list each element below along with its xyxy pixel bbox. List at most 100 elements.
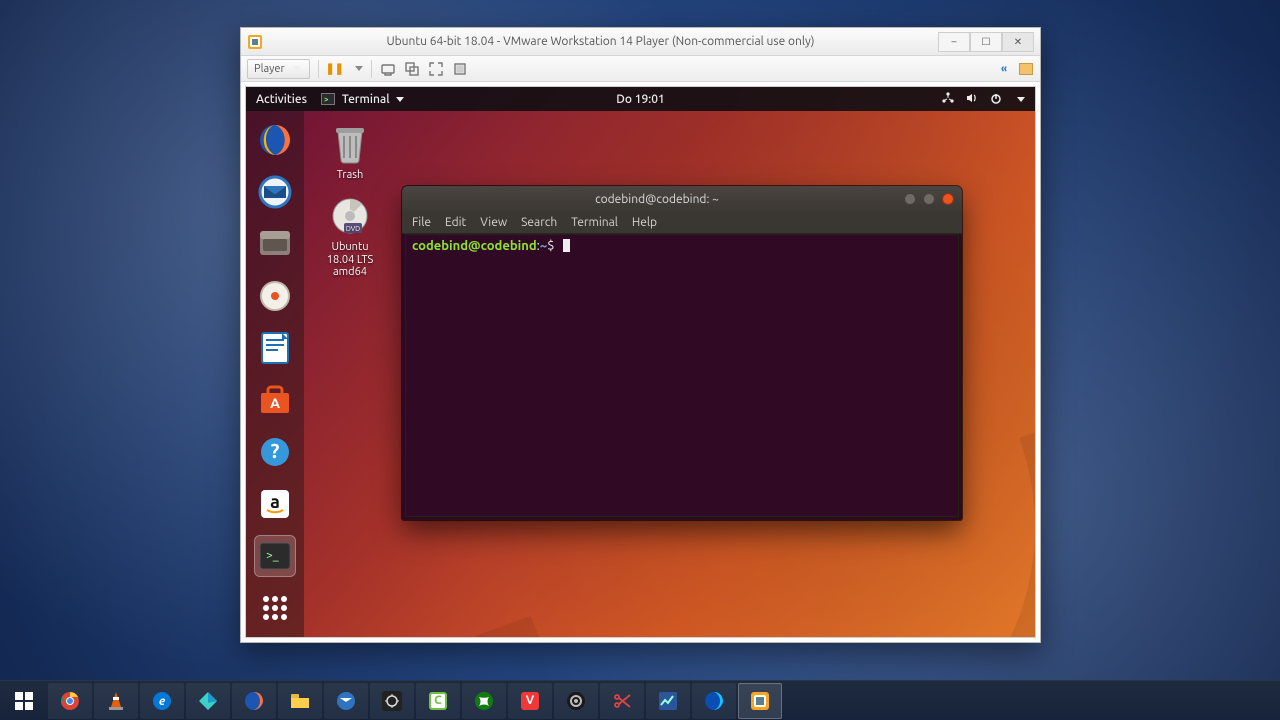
taskbar-xbox[interactable] [462,683,506,719]
terminal-menubar: File Edit View Search Terminal Help [402,212,962,234]
app-menu-label: Terminal [342,93,390,106]
dock-ubuntu-software[interactable]: A [254,379,296,421]
terminal-title: codebind@codebind: ~ [410,193,904,206]
svg-text:A: A [270,395,280,411]
app-menu-button[interactable]: > Terminal [321,93,404,106]
prompt-symbol: $ [547,239,554,253]
vmware-player-window: Ubuntu 64-bit 18.04 - VMware Workstation… [240,27,1041,643]
terminal-minimize-button[interactable] [904,193,916,205]
minimize-button[interactable]: – [938,32,970,52]
player-menu-label: Player [254,63,285,75]
terminal-close-button[interactable] [942,193,954,205]
chevron-down-icon [1017,97,1025,102]
taskbar-vmware[interactable] [738,683,782,719]
desktop-iso-icon[interactable]: DVD Ubuntu 18.04 LTS amd64 [318,195,382,279]
thunderbird-icon [335,690,357,712]
vmware-icon [749,690,771,712]
show-applications-button[interactable] [254,587,296,629]
dock-help[interactable]: ? [254,431,296,473]
menu-help[interactable]: Help [632,216,657,229]
dock-libreoffice-writer[interactable] [254,327,296,369]
taskbar-taskmgr[interactable] [646,683,690,719]
ubuntu-guest-screen: Activities > Terminal Do 19:01 [245,86,1036,638]
terminal-maximize-button[interactable] [923,193,935,205]
edge-icon: e [151,690,173,712]
send-ctrl-alt-del-icon[interactable] [380,61,396,77]
taskbar-edge[interactable]: e [140,683,184,719]
chart-icon [657,690,679,712]
windows-taskbar: e C V [0,680,1280,720]
dock-rhythmbox[interactable] [254,275,296,317]
menu-file[interactable]: File [412,216,431,229]
chevron-down-icon [396,97,404,102]
taskbar-snipping[interactable] [600,683,644,719]
svg-text:>_: >_ [266,549,279,562]
dock-firefox[interactable] [254,119,296,161]
vmware-icon [247,34,263,50]
taskbar-firefox[interactable] [232,683,276,719]
taskbar-explorer[interactable] [278,683,322,719]
svg-text:DVD: DVD [346,225,360,233]
camtasia-icon: C [427,690,449,712]
svg-text:?: ? [271,439,280,462]
maximize-button[interactable]: ☐ [970,32,1002,52]
taskbar-vlc[interactable] [94,683,138,719]
gnome-dock: A ? a >_ [246,111,304,637]
vmware-titlebar[interactable]: Ubuntu 64-bit 18.04 - VMware Workstation… [241,28,1040,56]
taskbar-chrome[interactable] [48,683,92,719]
chrome-icon [59,690,81,712]
taskbar-thunderbird[interactable] [324,683,368,719]
taskbar-firefox-dev[interactable] [692,683,736,719]
terminal-icon: > [321,93,335,105]
volume-icon [965,91,979,108]
devices-icon[interactable] [1018,61,1034,77]
player-menu-button[interactable]: Player [247,59,310,79]
firefox-icon [243,690,265,712]
svg-text:e: e [159,695,166,708]
vlc-icon [105,690,127,712]
separator [318,60,319,78]
dock-files[interactable] [254,223,296,265]
scissors-icon [611,690,633,712]
power-icon [989,91,1003,108]
menu-view[interactable]: View [480,216,507,229]
text-cursor [563,239,570,252]
separator [371,60,372,78]
collapse-icon[interactable]: « [996,61,1012,77]
folder-icon [289,690,311,712]
start-button[interactable] [2,683,46,719]
pause-icon[interactable]: ❚❚ [327,61,343,77]
gnome-terminal-window[interactable]: codebind@codebind: ~ File Edit View Sear… [402,186,962,520]
gnome-top-bar: Activities > Terminal Do 19:01 [246,87,1035,111]
unity-icon[interactable] [452,61,468,77]
close-button[interactable]: ✕ [1002,32,1034,52]
prompt-user: codebind@codebind [412,239,537,253]
snapshot-icon[interactable] [404,61,420,77]
taskbar-camtasia[interactable]: C [416,683,460,719]
vmware-toolbar: Player ❚❚ « [241,56,1040,82]
network-icon [941,91,955,108]
terminal-titlebar[interactable]: codebind@codebind: ~ [402,186,962,212]
desktop-trash-label: Trash [318,169,382,181]
taskbar-vivaldi[interactable]: V [508,683,552,719]
dock-thunderbird[interactable] [254,171,296,213]
obs-icon [565,690,587,712]
menu-edit[interactable]: Edit [445,216,466,229]
chevron-down-icon [293,66,301,71]
dock-terminal[interactable]: >_ [254,535,296,577]
gear-icon [381,690,403,712]
menu-terminal[interactable]: Terminal [571,216,618,229]
menu-search[interactable]: Search [521,216,557,229]
vivaldi-icon: V [519,690,541,712]
activities-button[interactable]: Activities [256,93,307,106]
terminal-output[interactable]: codebind@codebind:~$ [405,234,959,517]
system-status-area[interactable] [941,91,1025,108]
taskbar-obs[interactable] [554,683,598,719]
chevron-down-icon[interactable] [355,66,363,71]
fullscreen-icon[interactable] [428,61,444,77]
desktop-trash-icon[interactable]: Trash [318,123,382,181]
apps-grid-icon [263,596,287,620]
taskbar-clock-app[interactable] [370,683,414,719]
dock-amazon[interactable]: a [254,483,296,525]
taskbar-settings[interactable] [186,683,230,719]
